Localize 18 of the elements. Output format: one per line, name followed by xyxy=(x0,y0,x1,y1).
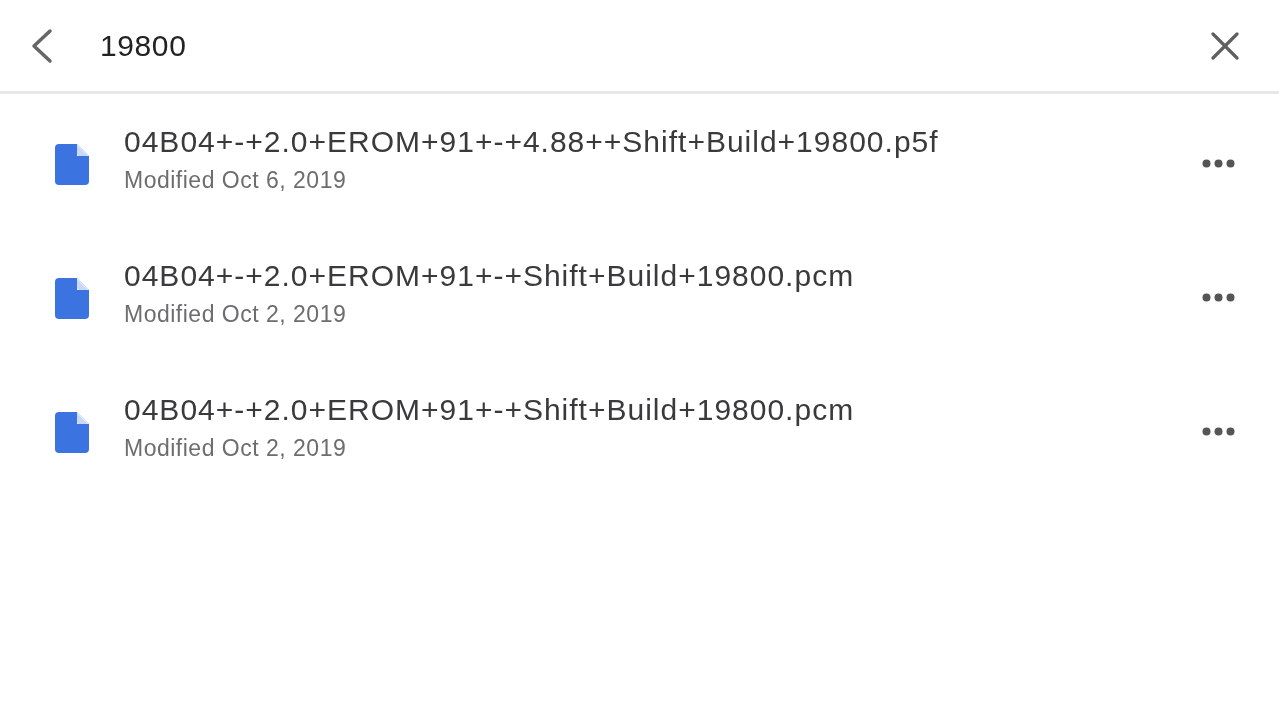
document-icon xyxy=(55,412,89,453)
modified-date: Modified Oct 2, 2019 xyxy=(124,435,348,463)
file-name: 04B04+-+2.0+EROM+91+-+4.88++Shift+Build+19800.p5f xyxy=(124,124,940,160)
modified-date: Modified Oct 6, 2019 xyxy=(124,167,348,195)
file-row[interactable]: 04B04+-+2.0+EROM+91+-+Shift+Build+19800.pcm Modified Oct 2, 2019 xyxy=(0,256,1279,390)
file-row[interactable]: 04B04+-+2.0+EROM+91+-+4.88++Shift+Build+19800.p5f Modified Oct 6, 2019 xyxy=(0,122,1279,256)
more-icon xyxy=(1202,159,1235,168)
close-button[interactable] xyxy=(1211,31,1239,60)
file-name: 04B04+-+2.0+EROM+91+-+Shift+Build+19800.pcm xyxy=(124,392,856,428)
document-icon xyxy=(55,144,89,185)
more-icon xyxy=(1202,427,1235,436)
file-row[interactable]: 04B04+-+2.0+EROM+91+-+Shift+Build+19800.pcm Modified Oct 2, 2019 xyxy=(0,390,1279,524)
more-icon xyxy=(1202,293,1235,302)
search-field[interactable]: 19800 xyxy=(100,24,1211,67)
modified-date: Modified Oct 2, 2019 xyxy=(124,301,348,329)
close-icon xyxy=(1211,31,1239,60)
file-name: 04B04+-+2.0+EROM+91+-+Shift+Build+19800.pcm xyxy=(124,258,856,294)
document-icon xyxy=(55,278,89,319)
